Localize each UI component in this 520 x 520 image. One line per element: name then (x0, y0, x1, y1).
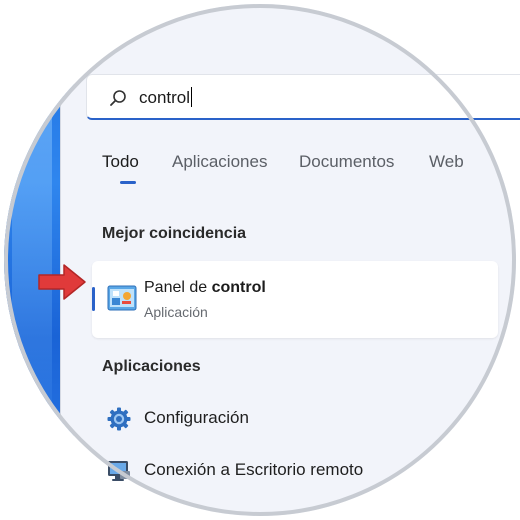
app-item-label: Configuración (144, 408, 249, 427)
selection-accent (92, 287, 95, 311)
best-match-name: Panel de control (144, 279, 266, 296)
apps-heading: Aplicaciones (102, 358, 201, 375)
tab-documentos[interactable]: Documentos (299, 152, 394, 172)
app-item-label: Conexión a Escritorio remoto (144, 460, 364, 479)
tab-todo[interactable]: Todo (102, 152, 139, 172)
search-input[interactable]: control (139, 87, 193, 108)
search-icon (110, 90, 126, 106)
screenshot-stage: control Todo Aplicaciones Documentos Web… (0, 0, 520, 520)
active-tab-indicator (120, 181, 136, 184)
red-pointer-arrow-icon (38, 264, 86, 300)
settings-gear-icon (107, 407, 131, 431)
control-panel-icon (107, 285, 137, 311)
text-caret (191, 87, 193, 107)
remote-desktop-icon (108, 461, 130, 481)
best-match-result[interactable]: Panel de control Aplicación (92, 261, 498, 338)
best-match-subtitle: Aplicación (144, 304, 208, 320)
tab-web[interactable]: Web (429, 152, 464, 172)
search-box[interactable]: control (86, 74, 520, 120)
best-match-heading: Mejor coincidencia (102, 225, 247, 242)
tab-aplicaciones[interactable]: Aplicaciones (172, 152, 267, 172)
